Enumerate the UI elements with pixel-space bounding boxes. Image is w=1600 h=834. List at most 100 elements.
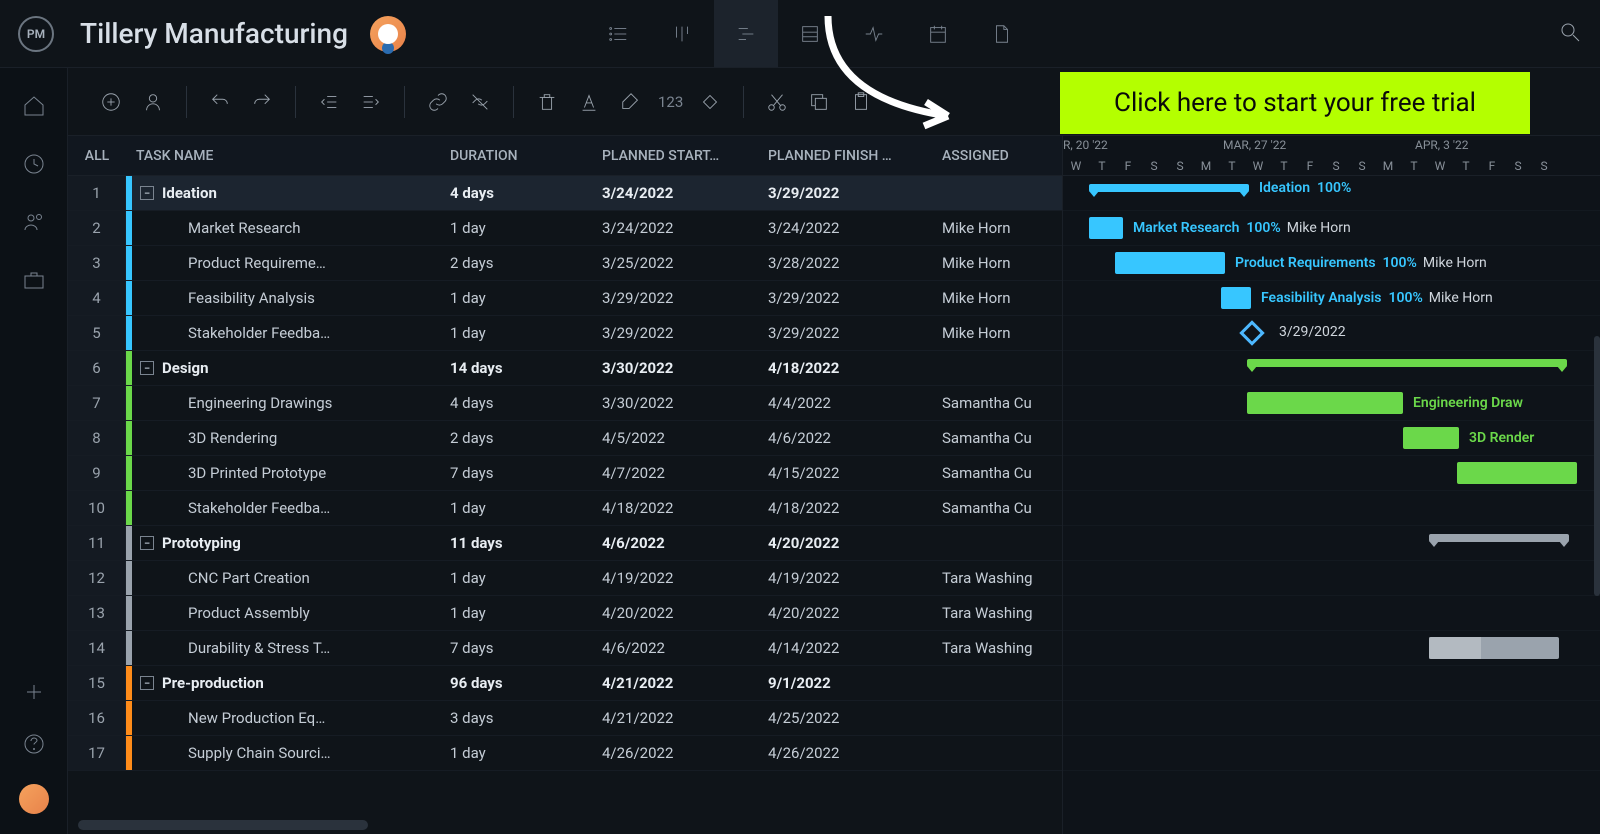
row-duration[interactable]: 14 days: [450, 359, 602, 377]
row-name-cell[interactable]: Stakeholder Feedba…: [132, 499, 450, 517]
view-tab-gantt[interactable]: [714, 0, 778, 67]
table-row[interactable]: 12CNC Part Creation1 day4/19/20224/19/20…: [68, 561, 1062, 596]
gantt-task-bar[interactable]: Feasibility Analysis 100%Mike Horn: [1221, 287, 1251, 309]
outdent-button[interactable]: [310, 83, 348, 121]
row-assigned[interactable]: Samantha Cu: [942, 499, 1062, 517]
gantt-chart[interactable]: R, 20 '22MAR, 27 '22APR, 3 '22WTFSSMTWTF…: [1063, 136, 1600, 834]
user-avatar[interactable]: [370, 16, 406, 52]
row-finish[interactable]: 4/26/2022: [768, 744, 942, 762]
home-icon[interactable]: [22, 94, 46, 118]
row-start[interactable]: 4/20/2022: [602, 604, 768, 622]
row-start[interactable]: 4/18/2022: [602, 499, 768, 517]
milestone-button[interactable]: [691, 83, 729, 121]
view-tab-sheet[interactable]: [778, 0, 842, 67]
row-start[interactable]: 3/29/2022: [602, 289, 768, 307]
table-row[interactable]: 93D Printed Prototype7 days4/7/20224/15/…: [68, 456, 1062, 491]
row-index[interactable]: 7: [68, 386, 126, 420]
gantt-milestone[interactable]: [1239, 320, 1264, 345]
row-finish[interactable]: 4/19/2022: [768, 569, 942, 587]
row-duration[interactable]: 11 days: [450, 534, 602, 552]
table-row[interactable]: 6−Design14 days3/30/20224/18/2022: [68, 351, 1062, 386]
gantt-task-bar[interactable]: Market Research 100%Mike Horn: [1089, 217, 1123, 239]
row-finish[interactable]: 4/20/2022: [768, 534, 942, 552]
gantt-summary-bar[interactable]: [1429, 534, 1569, 542]
row-duration[interactable]: 4 days: [450, 394, 602, 412]
row-assigned[interactable]: Samantha Cu: [942, 394, 1062, 412]
paste-button[interactable]: [842, 83, 880, 121]
row-index[interactable]: 17: [68, 736, 126, 770]
row-assigned[interactable]: Samantha Cu: [942, 429, 1062, 447]
row-name-cell[interactable]: Supply Chain Sourci…: [132, 744, 450, 762]
row-name-cell[interactable]: Product Assembly: [132, 604, 450, 622]
people-icon[interactable]: [22, 210, 46, 234]
row-start[interactable]: 4/21/2022: [602, 709, 768, 727]
row-duration[interactable]: 4 days: [450, 184, 602, 202]
wbs-text[interactable]: 123: [654, 93, 687, 111]
row-finish[interactable]: 3/29/2022: [768, 324, 942, 342]
row-name-cell[interactable]: 3D Rendering: [132, 429, 450, 447]
view-tab-calendar[interactable]: [906, 0, 970, 67]
row-finish[interactable]: 3/29/2022: [768, 184, 942, 202]
row-assigned[interactable]: Mike Horn: [942, 289, 1062, 307]
text-color-button[interactable]: [570, 83, 608, 121]
link-button[interactable]: [419, 83, 457, 121]
vertical-scrollbar[interactable]: [1594, 336, 1600, 596]
row-duration[interactable]: 1 day: [450, 604, 602, 622]
cut-button[interactable]: [758, 83, 796, 121]
table-row[interactable]: 11−Prototyping11 days4/6/20224/20/2022: [68, 526, 1062, 561]
horizontal-scrollbar[interactable]: [78, 820, 368, 830]
table-row[interactable]: 3Product Requireme…2 days3/25/20223/28/2…: [68, 246, 1062, 281]
view-tab-activity[interactable]: [842, 0, 906, 67]
row-index[interactable]: 9: [68, 456, 126, 490]
row-index[interactable]: 8: [68, 421, 126, 455]
search-icon[interactable]: [1558, 20, 1582, 48]
table-row[interactable]: 15−Pre-production96 days4/21/20229/1/202…: [68, 666, 1062, 701]
row-finish[interactable]: 4/20/2022: [768, 604, 942, 622]
row-start[interactable]: 4/5/2022: [602, 429, 768, 447]
table-row[interactable]: 16New Production Eq…3 days4/21/20224/25/…: [68, 701, 1062, 736]
row-start[interactable]: 4/21/2022: [602, 674, 768, 692]
row-finish[interactable]: 4/14/2022: [768, 639, 942, 657]
row-duration[interactable]: 1 day: [450, 324, 602, 342]
unlink-button[interactable]: [461, 83, 499, 121]
row-duration[interactable]: 7 days: [450, 464, 602, 482]
row-name-cell[interactable]: Engineering Drawings: [132, 394, 450, 412]
row-finish[interactable]: 4/18/2022: [768, 499, 942, 517]
table-row[interactable]: 1−Ideation4 days3/24/20223/29/2022: [68, 176, 1062, 211]
plus-icon[interactable]: [22, 680, 46, 704]
row-name-cell[interactable]: New Production Eq…: [132, 709, 450, 727]
view-tab-list[interactable]: [586, 0, 650, 67]
table-row[interactable]: 7Engineering Drawings4 days3/30/20224/4/…: [68, 386, 1062, 421]
row-name-cell[interactable]: Product Requireme…: [132, 254, 450, 272]
collapse-icon[interactable]: −: [140, 676, 154, 690]
col-header-name[interactable]: TASK NAME: [126, 148, 450, 164]
row-finish[interactable]: 3/29/2022: [768, 289, 942, 307]
gantt-task-bar[interactable]: Engineering Draw: [1247, 392, 1403, 414]
row-duration[interactable]: 96 days: [450, 674, 602, 692]
highlight-button[interactable]: [612, 83, 650, 121]
row-duration[interactable]: 3 days: [450, 709, 602, 727]
undo-button[interactable]: [201, 83, 239, 121]
row-index[interactable]: 4: [68, 281, 126, 315]
row-start[interactable]: 3/30/2022: [602, 359, 768, 377]
row-duration[interactable]: 2 days: [450, 429, 602, 447]
row-assigned[interactable]: Samantha Cu: [942, 464, 1062, 482]
row-start[interactable]: 4/7/2022: [602, 464, 768, 482]
collapse-icon[interactable]: −: [140, 536, 154, 550]
view-tab-files[interactable]: [970, 0, 1034, 67]
row-name-cell[interactable]: −Design: [132, 359, 450, 377]
clock-icon[interactable]: [22, 152, 46, 176]
row-index[interactable]: 14: [68, 631, 126, 665]
col-header-all[interactable]: ALL: [68, 148, 126, 164]
table-row[interactable]: 13Product Assembly1 day4/20/20224/20/202…: [68, 596, 1062, 631]
row-finish[interactable]: 4/15/2022: [768, 464, 942, 482]
row-finish[interactable]: 4/18/2022: [768, 359, 942, 377]
row-assigned[interactable]: Mike Horn: [942, 219, 1062, 237]
gantt-task-bar[interactable]: [1429, 637, 1559, 659]
view-tab-board[interactable]: [650, 0, 714, 67]
redo-button[interactable]: [243, 83, 281, 121]
cta-banner[interactable]: Click here to start your free trial: [1060, 72, 1530, 134]
row-duration[interactable]: 1 day: [450, 569, 602, 587]
col-header-start[interactable]: PLANNED START…: [602, 148, 768, 164]
collapse-icon[interactable]: −: [140, 186, 154, 200]
